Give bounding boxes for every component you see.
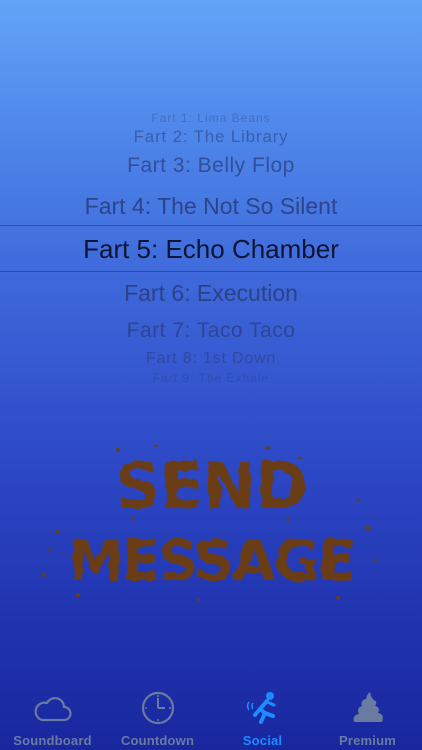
picker-selection-bottom-line [0, 271, 422, 272]
picker-selection-top-line [0, 225, 422, 226]
cloud-icon [33, 690, 73, 726]
tab-soundboard[interactable]: Soundboard [0, 680, 105, 750]
picker-item[interactable]: Fart 2: The Library [0, 127, 422, 147]
picker-item[interactable]: Fart 9: The Exhale [0, 371, 422, 385]
running-person-icon [243, 690, 283, 726]
fart-picker[interactable]: Fart 1: Lima Beans Fart 2: The Library F… [0, 100, 422, 390]
message-label: MESSAGE [68, 529, 354, 594]
picker-item-selected[interactable]: Fart 5: Echo Chamber [0, 234, 422, 265]
picker-item[interactable]: Fart 4: The Not So Silent [0, 193, 422, 220]
tab-social[interactable]: Social [210, 680, 315, 750]
send-message-button[interactable]: SEND MESSAGE [38, 440, 384, 610]
picker-item[interactable]: Fart 3: Belly Flop [0, 154, 422, 178]
tab-countdown[interactable]: Countdown [105, 680, 210, 750]
clock-icon [138, 690, 178, 726]
send-message-graphic: SEND MESSAGE [42, 444, 378, 602]
tab-bar: Soundboard Countdown Social Premium [0, 680, 422, 750]
picker-item[interactable]: Fart 1: Lima Beans [0, 111, 422, 125]
tab-label: Countdown [120, 733, 195, 748]
picker-item[interactable]: Fart 8: 1st Down [0, 350, 422, 368]
tab-premium[interactable]: Premium [315, 680, 420, 750]
tab-label: Premium [338, 733, 397, 748]
poop-icon [348, 690, 388, 726]
picker-item[interactable]: Fart 6: Execution [0, 280, 422, 307]
send-label: SEND [115, 450, 308, 524]
tab-label: Social [242, 733, 283, 748]
picker-item[interactable]: Fart 7: Taco Taco [0, 319, 422, 343]
tab-label: Soundboard [13, 733, 92, 748]
